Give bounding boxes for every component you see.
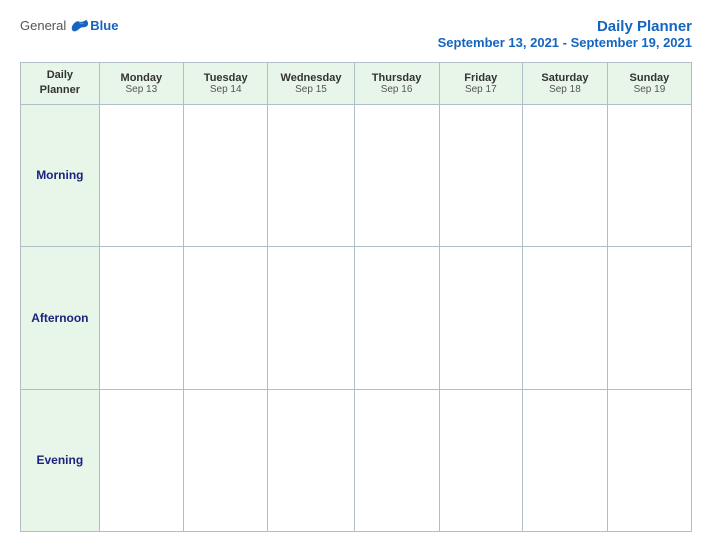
col-header-day-6: Saturday [526,72,604,84]
table-row-morning: Morning [21,104,692,246]
col-header-day-5: Friday [443,72,519,84]
logo-bird-icon [70,19,88,33]
cell-evening-sun[interactable] [607,389,691,531]
col-header-day-1: Monday [103,72,180,84]
col-header-5: Friday Sep 17 [439,63,522,105]
cell-evening-wed[interactable] [268,389,354,531]
col-header-7: Sunday Sep 19 [607,63,691,105]
col-header-day-3: Wednesday [271,72,350,84]
header: General Blue Daily Planner September 13,… [20,18,692,50]
col-header-label-0: DailyPlanner [24,68,96,99]
cell-afternoon-tue[interactable] [183,247,267,389]
col-header-day-4: Thursday [358,72,436,84]
table-row-afternoon: Afternoon [21,247,692,389]
cell-morning-tue[interactable] [183,104,267,246]
col-header-1: Monday Sep 13 [99,63,183,105]
title-area: Daily Planner September 13, 2021 - Septe… [438,18,692,50]
cell-afternoon-thu[interactable] [354,247,439,389]
cell-morning-sun[interactable] [607,104,691,246]
col-header-2: Tuesday Sep 14 [183,63,267,105]
cell-evening-thu[interactable] [354,389,439,531]
cell-evening-tue[interactable] [183,389,267,531]
col-header-date-2: Sep 14 [187,84,264,95]
cell-morning-thu[interactable] [354,104,439,246]
cell-evening-sat[interactable] [523,389,608,531]
col-header-date-1: Sep 13 [103,84,180,95]
cell-morning-mon[interactable] [99,104,183,246]
planner-date-range: September 13, 2021 - September 19, 2021 [438,35,692,50]
logo-area: General Blue [20,18,118,33]
row-label-morning: Morning [21,104,100,246]
cell-morning-sat[interactable] [523,104,608,246]
planner-title: Daily Planner [438,18,692,35]
calendar-table: DailyPlanner Monday Sep 13 Tuesday Sep 1… [20,62,692,532]
col-header-0: DailyPlanner [21,63,100,105]
cell-morning-wed[interactable] [268,104,354,246]
row-label-afternoon: Afternoon [21,247,100,389]
cell-afternoon-fri[interactable] [439,247,522,389]
col-header-day-2: Tuesday [187,72,264,84]
col-header-date-4: Sep 16 [358,84,436,95]
cell-afternoon-sun[interactable] [607,247,691,389]
col-header-date-6: Sep 18 [526,84,604,95]
col-header-4: Thursday Sep 16 [354,63,439,105]
cell-evening-fri[interactable] [439,389,522,531]
table-row-evening: Evening [21,389,692,531]
cell-morning-fri[interactable] [439,104,522,246]
cell-afternoon-mon[interactable] [99,247,183,389]
cell-afternoon-sat[interactable] [523,247,608,389]
col-header-6: Saturday Sep 18 [523,63,608,105]
row-label-evening: Evening [21,389,100,531]
logo-blue-text: Blue [90,18,118,33]
cell-afternoon-wed[interactable] [268,247,354,389]
col-header-date-7: Sep 19 [611,84,688,95]
logo-text: General Blue [20,18,118,33]
col-header-date-5: Sep 17 [443,84,519,95]
col-header-date-3: Sep 15 [271,84,350,95]
page: General Blue Daily Planner September 13,… [0,0,712,550]
header-row: DailyPlanner Monday Sep 13 Tuesday Sep 1… [21,63,692,105]
cell-evening-mon[interactable] [99,389,183,531]
col-header-3: Wednesday Sep 15 [268,63,354,105]
logo-general-text: General [20,18,66,33]
col-header-day-7: Sunday [611,72,688,84]
